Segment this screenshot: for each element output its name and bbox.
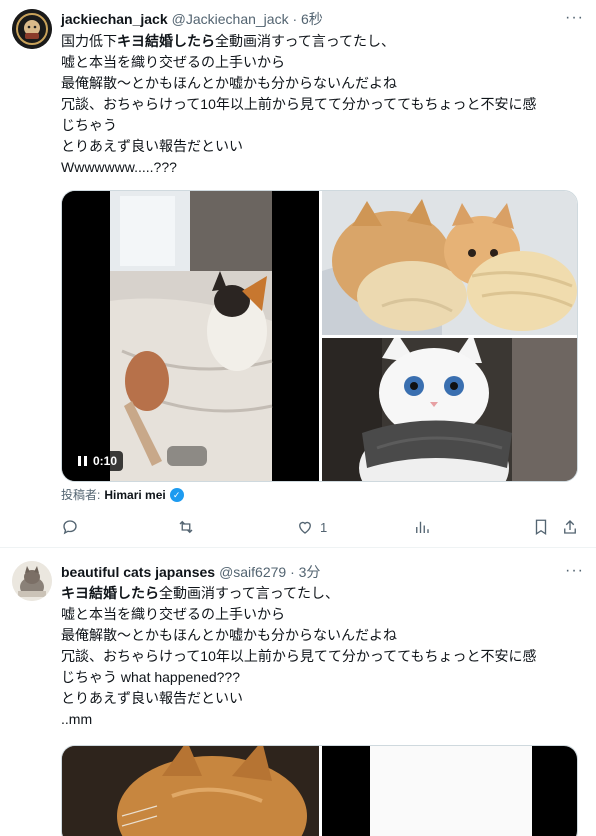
retweet-icon — [179, 520, 193, 534]
tweet-line: とりあえず良い報告だといい — [61, 690, 243, 706]
media-grid — [61, 745, 578, 836]
media-image[interactable] — [62, 746, 319, 836]
media-image[interactable] — [322, 191, 577, 335]
media-grid: 0:10 — [61, 190, 578, 482]
tweet-text: キヨ結婚したら全動画消すって言ってたし、 嘘と本当を織り交ぜるの上手いから 最俺… — [61, 583, 582, 730]
credit-prefix: 投稿者: — [61, 488, 101, 502]
share-icon — [564, 520, 576, 534]
share-button[interactable] — [561, 516, 579, 538]
bookmark-icon — [535, 519, 547, 536]
verified-icon: ✓ — [169, 487, 184, 502]
handle-and-time[interactable]: @saif6279 · 3分 — [219, 562, 320, 582]
like-button[interactable]: 1 — [296, 516, 327, 538]
video-player[interactable]: 0:10 — [62, 191, 319, 481]
like-count: 1 — [320, 519, 328, 535]
avatar[interactable] — [12, 9, 52, 49]
video-player[interactable] — [322, 746, 577, 836]
tweet-line: 冗談、おちゃらけって10年以上前から見てて分かっててもちょっと不安に感 — [61, 648, 537, 664]
more-options-icon[interactable]: ··· — [565, 9, 584, 27]
action-bar: 1 — [61, 516, 584, 538]
tweet-line: 最俺解散〜とかもほんとか嘘かも分からないんだよね — [61, 75, 397, 91]
retweet-button[interactable] — [177, 516, 201, 538]
video-time-badge[interactable]: 0:10 — [72, 451, 124, 471]
reply-icon — [63, 520, 77, 535]
video-time: 0:10 — [93, 454, 118, 468]
reply-button[interactable] — [61, 516, 85, 538]
tweet-header: beautiful cats japanses @saif6279 · 3分 ·… — [61, 562, 584, 582]
tweet[interactable]: beautiful cats japanses @saif6279 · 3分 ·… — [0, 549, 596, 836]
video-credit: 投稿者: Himari mei ✓ — [61, 486, 184, 503]
tweet-line: 冗談、おちゃらけって10年以上前から見てて分かっててもちょっと不安に感 — [61, 96, 537, 112]
tweet-line: 嘘と本当を織り交ぜるの上手いから — [61, 606, 285, 622]
tweet-line: とりあえず良い報告だといい — [61, 138, 243, 154]
tweet-line: Wwwwwww.....??? — [61, 159, 177, 175]
handle-and-time[interactable]: @Jackiechan_jack · 6秒 — [172, 9, 323, 29]
pause-icon[interactable] — [78, 456, 87, 466]
display-name[interactable]: beautiful cats japanses — [61, 564, 215, 580]
more-options-icon[interactable]: ··· — [565, 562, 584, 580]
tweet[interactable]: jackiechan_jack @Jackiechan_jack · 6秒 ··… — [0, 0, 596, 548]
bookmark-button[interactable] — [532, 516, 550, 538]
media-image[interactable] — [322, 338, 577, 481]
tweet-line: じちゃう what happened??? — [61, 669, 240, 685]
tweet-line: 嘘と本当を織り交ぜるの上手いから — [61, 54, 285, 70]
tweet-header: jackiechan_jack @Jackiechan_jack · 6秒 ··… — [61, 9, 584, 29]
tweet-line: じちゃう — [61, 117, 117, 133]
tweet-line: 最俺解散〜とかもほんとか嘘かも分からないんだよね — [61, 627, 397, 643]
tweet-line: 国力低下キヨ結婚したら全動画消すって言ってたし、 — [61, 33, 396, 49]
display-name[interactable]: jackiechan_jack — [61, 11, 168, 27]
views-button[interactable] — [413, 516, 437, 538]
credit-user[interactable]: Himari mei — [104, 488, 165, 502]
tweet-line: ..mm — [61, 711, 93, 727]
tweet-text: 国力低下キヨ結婚したら全動画消すって言ってたし、 嘘と本当を織り交ぜるの上手いか… — [61, 31, 582, 178]
avatar[interactable] — [12, 561, 52, 601]
bar-chart-icon — [416, 521, 429, 533]
heart-icon — [299, 521, 311, 534]
tweet-line: キヨ結婚したら全動画消すって言ってたし、 — [61, 585, 340, 601]
